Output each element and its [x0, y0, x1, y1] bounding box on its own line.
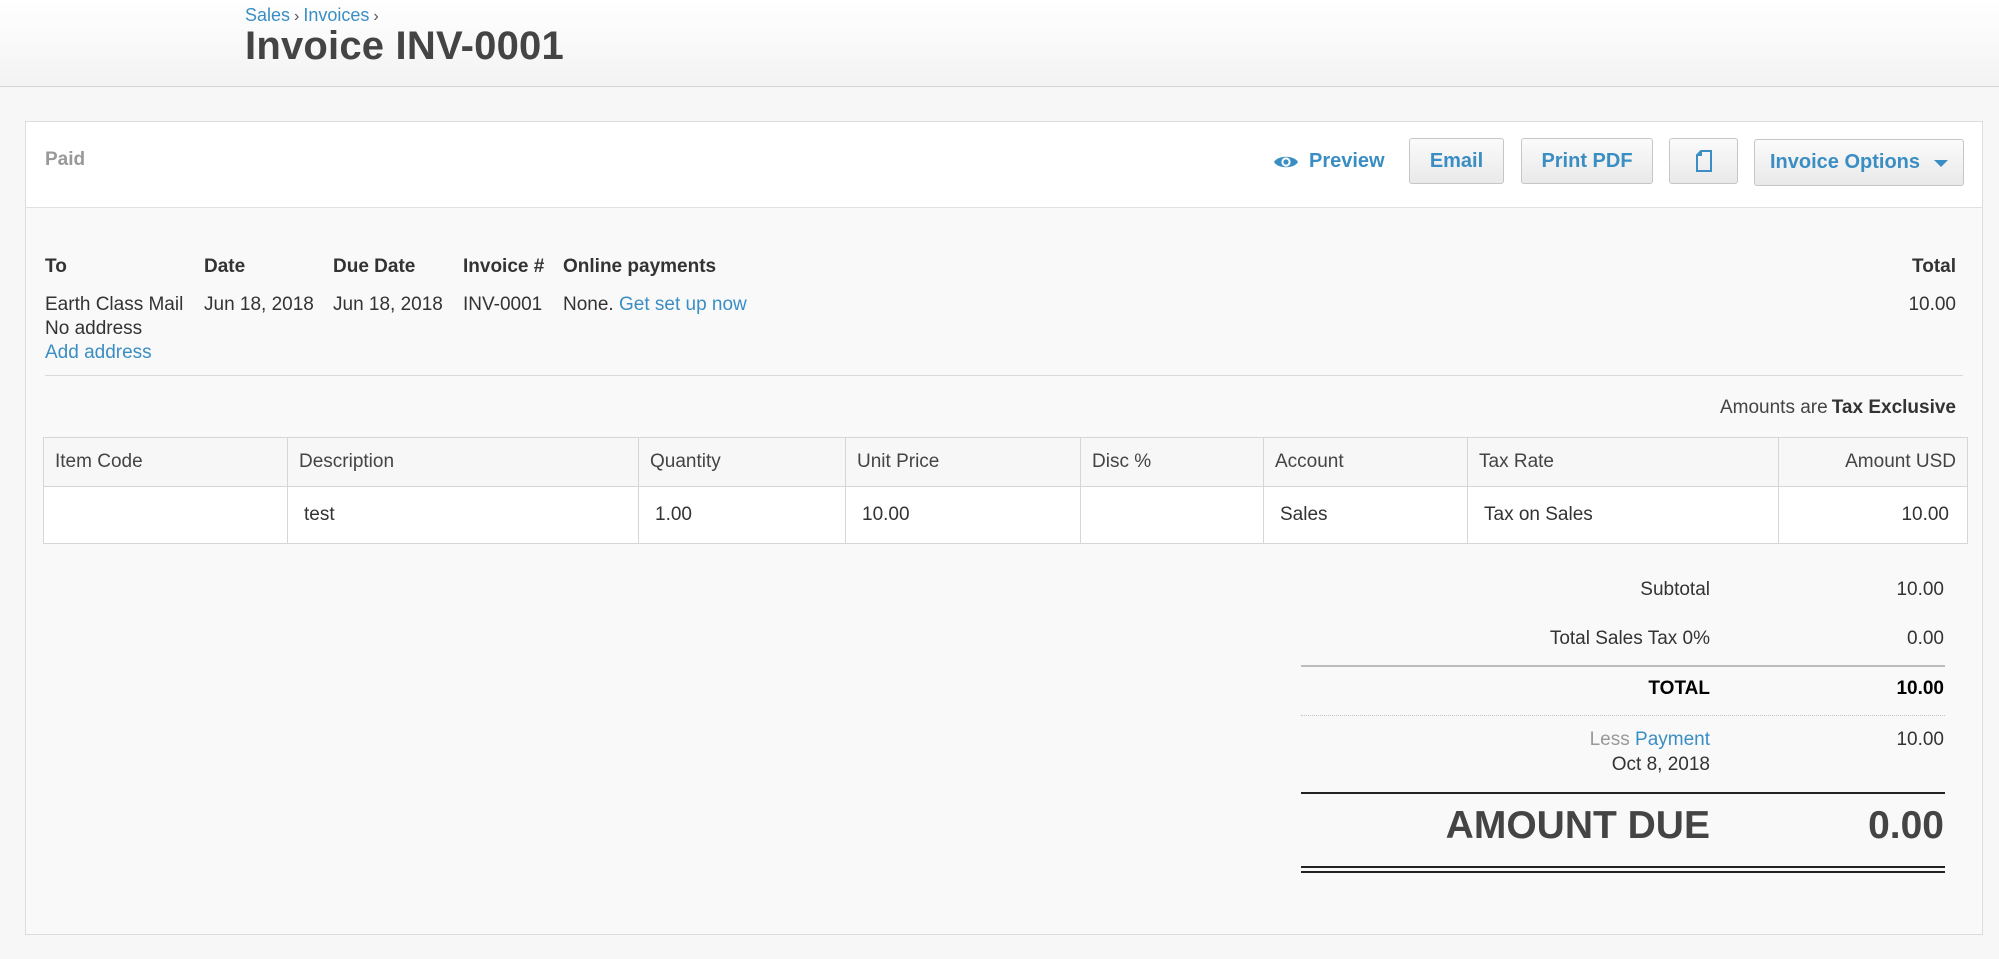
column-header-disc: Disc % — [1080, 437, 1264, 487]
divider — [45, 375, 1963, 376]
add-address-link[interactable]: Add address — [45, 342, 152, 364]
page-title: Invoice INV-0001 — [245, 24, 564, 68]
eye-icon — [1274, 156, 1298, 167]
invoice-number: INV-0001 — [463, 294, 543, 315]
column-header-item-code: Item Code — [43, 437, 288, 487]
payment-link[interactable]: Payment — [1635, 729, 1710, 750]
column-header-tax-rate: Tax Rate — [1467, 437, 1779, 487]
totals-divider — [1301, 665, 1945, 667]
page-header: Sales › Invoices › Invoice INV-0001 — [0, 0, 1999, 87]
totals-divider-dotted — [1301, 715, 1945, 716]
due-date: Jun 18, 2018 — [333, 294, 443, 315]
invoice-panel: Paid Preview Email Print PDF Invoice Opt… — [25, 121, 1983, 935]
column-header-quantity: Quantity — [638, 437, 846, 487]
grand-total-label: TOTAL — [1648, 678, 1710, 699]
cell-disc — [1080, 486, 1264, 544]
email-button[interactable]: Email — [1409, 138, 1504, 184]
breadcrumb-separator: › — [373, 8, 379, 25]
date-header: Date — [204, 256, 246, 277]
tax-mode-prefix: Amounts are — [1719, 397, 1828, 418]
cell-tax-rate: Tax on Sales — [1467, 486, 1779, 544]
amount-due-underline-2 — [1301, 871, 1945, 873]
due-date-header: Due Date — [333, 256, 416, 277]
tax-total-label: Total Sales Tax 0% — [1549, 628, 1710, 649]
total-header: Total — [1912, 256, 1956, 277]
preview-link[interactable]: Preview — [1273, 150, 1385, 173]
tax-total-value: 0.00 — [1907, 628, 1944, 649]
cell-unit-price: 10.00 — [845, 486, 1081, 544]
breadcrumb: Sales › Invoices › — [245, 5, 383, 26]
chevron-down-icon — [1934, 160, 1949, 167]
breadcrumb-sales[interactable]: Sales — [245, 5, 290, 25]
column-header-unit-price: Unit Price — [845, 437, 1081, 487]
copy-button[interactable] — [1669, 138, 1738, 184]
less-payment-label: Less Payment — [1590, 729, 1710, 751]
preview-label: Preview — [1309, 150, 1385, 172]
amount-due-value: 0.00 — [1868, 804, 1944, 847]
customer-link[interactable]: Earth Class Mail — [45, 294, 183, 316]
amount-due-underline-1 — [1301, 866, 1945, 868]
copy-icon — [1695, 150, 1712, 172]
invoice-toolbar: Paid Preview Email Print PDF Invoice Opt… — [26, 122, 1982, 208]
grand-total-value: 10.00 — [1896, 678, 1944, 699]
breadcrumb-separator: › — [294, 8, 300, 25]
invoice-date: Jun 18, 2018 — [204, 294, 314, 315]
tax-mode-value: Tax Exclusive — [1831, 397, 1956, 418]
invoice-number-header: Invoice # — [463, 256, 545, 277]
subtotal-value: 10.00 — [1896, 579, 1944, 600]
cell-quantity: 1.00 — [638, 486, 846, 544]
cell-amount: 10.00 — [1778, 486, 1968, 544]
breadcrumb-invoices[interactable]: Invoices — [303, 5, 369, 25]
no-address-text: No address — [45, 318, 143, 339]
less-text: Less — [1589, 729, 1630, 750]
online-payments-prefix: None. — [563, 294, 614, 315]
status-label: Paid — [45, 149, 86, 170]
amount-due-label: AMOUNT DUE — [1445, 804, 1710, 847]
column-header-amount: Amount USD — [1778, 437, 1968, 487]
get-set-up-link[interactable]: Get set up now — [619, 294, 747, 315]
invoice-options-label: Invoice Options — [1769, 151, 1921, 173]
online-payments-value: None. Get set up now — [563, 294, 747, 316]
table-header-row: Item Code Description Quantity Unit Pric… — [43, 437, 1968, 487]
subtotal-label: Subtotal — [1640, 579, 1710, 600]
column-header-description: Description — [287, 437, 639, 487]
cell-account: Sales — [1263, 486, 1468, 544]
table-row: test 1.00 10.00 Sales Tax on Sales 10.00 — [43, 486, 1968, 544]
tax-mode: Amounts are Tax Exclusive — [1720, 397, 1956, 419]
amount-due-divider — [1301, 792, 1945, 794]
invoice-total: 10.00 — [1908, 294, 1956, 315]
cell-item-code — [43, 486, 288, 544]
print-pdf-button[interactable]: Print PDF — [1521, 138, 1653, 184]
cell-description: test — [287, 486, 639, 544]
column-header-account: Account — [1263, 437, 1468, 487]
to-header: To — [45, 256, 67, 277]
line-items-table: Item Code Description Quantity Unit Pric… — [43, 437, 1968, 544]
payment-amount-link[interactable]: 10.00 — [1896, 729, 1944, 751]
online-payments-header: Online payments — [563, 256, 717, 277]
invoice-options-button[interactable]: Invoice Options — [1754, 139, 1964, 186]
payment-date: Oct 8, 2018 — [1611, 754, 1710, 775]
